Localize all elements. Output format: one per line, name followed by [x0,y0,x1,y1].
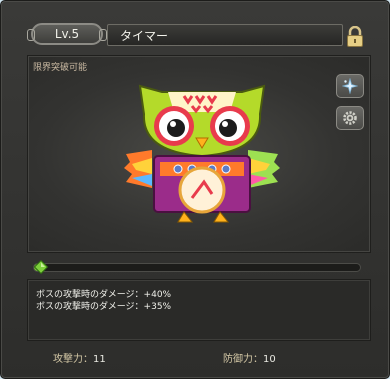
lock-icon[interactable] [346,26,364,48]
item-display-area: 限界突破可能 [27,55,371,253]
sparkle-button[interactable] [336,74,364,98]
attack-stat: 攻撃力：11 [53,350,106,365]
potential-lines: ボスの攻撃時のダメージ：+40% ボスの攻撃時のダメージ：+35% [27,279,371,341]
potential-line-2: ボスの攻撃時のダメージ：+35% [36,302,172,312]
defense-label: 防御力： [223,354,263,365]
sparkle-icon [342,78,358,94]
level-badge: Lv.5 [27,23,107,45]
item-name-bar: タイマー [107,24,343,46]
defense-value: 10 [263,354,276,365]
owl-timer-illustration [124,84,280,223]
attack-value: 11 [93,354,106,365]
defense-stat: 防御力：10 [223,350,276,365]
gear-icon [343,111,357,125]
item-detail-panel: Lv.5 タイマー 限界突破可能 ボスの攻撃時のダメージ：+40% ボスの攻撃時… [0,0,390,379]
exp-progress-bar [33,263,361,272]
left-wing [124,150,152,188]
green-gem-icon[interactable] [34,260,48,274]
right-wing [248,150,280,188]
item-name: タイマー [120,29,169,43]
limit-break-label: 限界突破可能 [33,63,88,73]
gear-button[interactable] [336,106,364,130]
attack-label: 攻撃力： [53,354,93,365]
